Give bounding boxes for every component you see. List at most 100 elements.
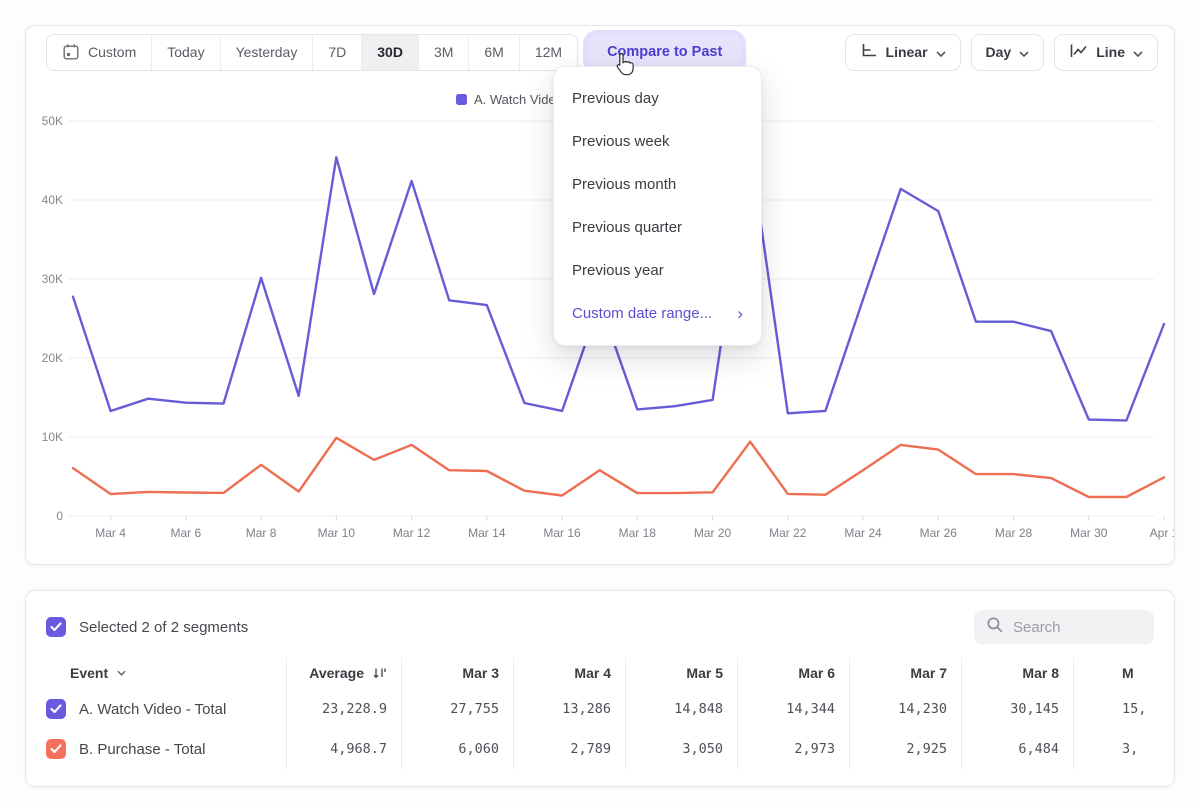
x-axis-label: Mar 6	[171, 526, 202, 540]
calendar-icon	[62, 43, 80, 61]
segment-day-value: 14,344	[737, 689, 849, 729]
menu-item-label: Previous quarter	[572, 206, 682, 249]
menu-item-previous-week[interactable]: Previous week	[554, 120, 761, 163]
range-button-12m[interactable]: 12M	[520, 35, 577, 70]
range-button-label: 6M	[484, 44, 503, 60]
x-axis-label: Mar 12	[393, 526, 431, 540]
column-header-mar-7: Mar 7	[849, 657, 961, 689]
column-header-mar-4: Mar 4	[513, 657, 625, 689]
range-button-6m[interactable]: 6M	[469, 35, 519, 70]
segment-day-value: 14,848	[625, 689, 737, 729]
range-button-3m[interactable]: 3M	[419, 35, 469, 70]
compare-to-past-menu: Previous dayPrevious weekPrevious monthP…	[553, 66, 762, 346]
y-axis-label: 50K	[42, 114, 63, 128]
segment-day-value: 3,050	[625, 729, 737, 769]
segment-day-value: 6,484	[961, 729, 1073, 769]
range-button-30d[interactable]: 30D	[362, 35, 419, 70]
search-input[interactable]	[1013, 619, 1133, 636]
sort-descending-icon	[372, 666, 387, 680]
line-chart-icon	[1069, 43, 1088, 62]
x-axis-label: Mar 28	[995, 526, 1033, 540]
range-button-label: 3M	[434, 44, 453, 60]
legend-swatch	[456, 94, 467, 105]
range-button-label: 12M	[535, 44, 562, 60]
segment-day-value: 2,973	[737, 729, 849, 769]
segments-panel-header: Selected 2 of 2 segments	[26, 591, 1174, 645]
y-axis-label: 10K	[42, 430, 63, 444]
chart-type-dropdown-label: Line	[1096, 44, 1125, 60]
average-header-label: Average	[309, 665, 364, 681]
interval-dropdown-button[interactable]: Day	[971, 34, 1045, 71]
range-button-yesterday[interactable]: Yesterday	[221, 35, 314, 70]
event-header-label: Event	[70, 665, 108, 681]
x-axis-label: Mar 24	[844, 526, 882, 540]
segment-day-value: 2,789	[513, 729, 625, 769]
x-axis-label: Mar 20	[694, 526, 732, 540]
segment-day-value: 6,060	[401, 729, 513, 769]
segment-day-value: 2,925	[849, 729, 961, 769]
check-icon	[50, 744, 62, 754]
menu-item-label: Previous month	[572, 163, 676, 206]
menu-item-label: Custom date range...	[572, 292, 712, 335]
column-header-event[interactable]: Event	[46, 657, 286, 689]
menu-item-previous-quarter[interactable]: Previous quarter	[554, 206, 761, 249]
check-icon	[50, 704, 62, 714]
select-all-checkbox[interactable]	[46, 617, 66, 637]
analytics-dashboard: Custom Today Yesterday 7D 30D 3M 6M 12M Compare…	[0, 0, 1200, 802]
segment-day-value: 27,755	[401, 689, 513, 729]
menu-item-previous-day[interactable]: Previous day	[554, 77, 761, 120]
segment-row-name[interactable]: B. Purchase - Total	[46, 729, 286, 769]
column-header-clipped: M	[1073, 657, 1175, 689]
menu-item-label: Previous year	[572, 249, 664, 292]
range-button-label: 30D	[377, 44, 403, 60]
column-header-mar-3: Mar 3	[401, 657, 513, 689]
menu-item-custom-date-range[interactable]: Custom date range... ›	[554, 292, 761, 335]
chevron-down-icon	[1133, 44, 1143, 60]
compare-to-past-button[interactable]: Compare to Past	[588, 35, 741, 69]
segment-day-value-clipped: 3,	[1073, 729, 1175, 769]
search-icon	[986, 616, 1004, 639]
submenu-chevron-right-icon: ›	[737, 305, 743, 322]
range-button-label: 7D	[328, 44, 346, 60]
range-button-label: Today	[167, 44, 204, 60]
segment-average-value: 23,228.9	[286, 689, 401, 729]
range-button-7d[interactable]: 7D	[313, 35, 362, 70]
segment-day-value-clipped: 15,	[1073, 689, 1175, 729]
segment-row-name[interactable]: A. Watch Video - Total	[46, 689, 286, 729]
menu-item-previous-year[interactable]: Previous year	[554, 249, 761, 292]
range-button-custom[interactable]: Custom	[47, 35, 152, 70]
column-header-mar-6: Mar 6	[737, 657, 849, 689]
range-button-label: Yesterday	[236, 44, 298, 60]
segments-panel: Selected 2 of 2 segments Event Average Mar…	[25, 590, 1175, 787]
scale-dropdown-label: Linear	[886, 44, 928, 60]
menu-item-previous-month[interactable]: Previous month	[554, 163, 761, 206]
segment-day-value: 13,286	[513, 689, 625, 729]
scale-dropdown-button[interactable]: Linear	[845, 34, 961, 71]
chevron-down-icon	[936, 44, 946, 60]
linear-scale-icon	[860, 43, 878, 62]
select-all-row: Selected 2 of 2 segments	[46, 617, 248, 637]
x-axis-label: Mar 30	[1070, 526, 1108, 540]
x-axis-label: Mar 26	[920, 526, 958, 540]
segment-day-value: 30,145	[961, 689, 1073, 729]
range-button-label: Custom	[88, 44, 136, 60]
x-axis-label: Apr 1	[1150, 526, 1175, 540]
interval-dropdown-label: Day	[986, 44, 1012, 60]
y-axis-label: 40K	[42, 193, 63, 207]
range-button-today[interactable]: Today	[152, 35, 220, 70]
menu-item-label: Previous week	[572, 120, 670, 163]
segment-name-label: A. Watch Video - Total	[79, 701, 226, 718]
column-header-average[interactable]: Average	[286, 657, 401, 689]
check-icon	[50, 622, 62, 632]
date-range-group: Custom Today Yesterday 7D 30D 3M 6M 12M	[46, 34, 578, 71]
x-axis-label: Mar 22	[769, 526, 807, 540]
menu-item-label: Previous day	[572, 77, 659, 120]
x-axis-label: Mar 8	[246, 526, 277, 540]
selected-summary: Selected 2 of 2 segments	[79, 619, 248, 636]
x-axis-label: Mar 10	[318, 526, 356, 540]
segment-checkbox[interactable]	[46, 739, 66, 759]
chart-type-dropdown-button[interactable]: Line	[1054, 34, 1158, 71]
segments-table: EventAverageMar 3Mar 4Mar 5Mar 6Mar 7Mar…	[46, 657, 1175, 769]
search-box[interactable]	[974, 610, 1154, 644]
segment-checkbox[interactable]	[46, 699, 66, 719]
